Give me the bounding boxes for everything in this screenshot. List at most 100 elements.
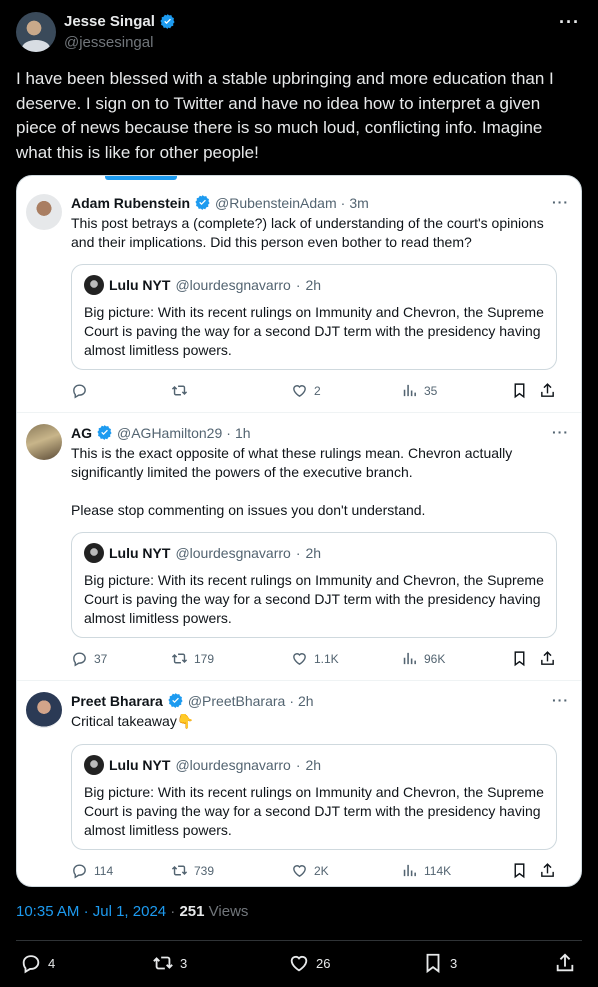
repost-button[interactable]: 179 <box>171 650 214 667</box>
quoted-tweet-text: Big picture: With its recent rulings on … <box>84 572 544 626</box>
reply-action-bar: 37 179 1.1K 96K <box>71 650 561 670</box>
reply-time[interactable]: 2h <box>298 693 314 709</box>
reply-action-bar: 2 35 <box>71 382 561 402</box>
avatar[interactable] <box>26 424 62 460</box>
like-icon <box>293 653 306 665</box>
bookmark-icon[interactable] <box>511 862 528 879</box>
author-name-row[interactable]: Jesse Singal <box>64 13 176 30</box>
repost-count: 179 <box>194 651 215 666</box>
repost-icon <box>171 385 188 396</box>
reply-button[interactable]: 37 <box>71 650 107 667</box>
reply-item[interactable]: AG @AGHamilton29 · 1h ··· This is the ex… <box>17 412 581 680</box>
repost-button[interactable] <box>171 382 194 399</box>
separator-dot: · <box>295 277 301 293</box>
embedded-screenshot[interactable]: Adam Rubenstein @RubensteinAdam · 3m ···… <box>16 175 582 887</box>
tweet-text: I have been blessed with a stable upbrin… <box>16 69 554 162</box>
bookmark-icon[interactable] <box>511 382 528 399</box>
divider <box>16 940 582 941</box>
quoted-time: 2h <box>305 545 322 561</box>
quoted-tweet-text: Big picture: With its recent rulings on … <box>84 784 544 838</box>
like-count: 1.1K <box>314 651 339 666</box>
reply-author-name[interactable]: Preet Bharara <box>71 693 163 709</box>
views-count[interactable]: 251 <box>179 903 204 920</box>
more-icon[interactable]: ··· <box>552 194 569 210</box>
reply-text-paragraph: Please stop commenting on issues you don… <box>71 502 426 518</box>
separator-dot: · <box>83 903 89 920</box>
like-button[interactable]: 2K <box>291 862 329 879</box>
quoted-tweet[interactable]: Lulu NYT @lourdesgnavarro · 2h Big pictu… <box>71 264 557 370</box>
reply-count: 114 <box>94 863 114 878</box>
reply-button[interactable]: 114 <box>71 862 113 879</box>
views-button[interactable]: 35 <box>401 382 437 399</box>
separator-dot: · <box>295 757 301 773</box>
quoted-tweet-header: Lulu NYT @lourdesgnavarro · 2h <box>84 275 321 295</box>
tweet-date[interactable]: Jul 1, 2024 <box>93 903 166 920</box>
reply-button[interactable]: 4 <box>20 952 55 974</box>
quoted-tweet[interactable]: Lulu NYT @lourdesgnavarro · 2h Big pictu… <box>71 744 557 850</box>
share-icon[interactable] <box>539 862 556 879</box>
verified-icon <box>195 195 210 210</box>
quoted-author-handle: @lourdesgnavarro <box>175 545 291 561</box>
quoted-tweet[interactable]: Lulu NYT @lourdesgnavarro · 2h Big pictu… <box>71 532 557 638</box>
share-button[interactable] <box>554 952 576 974</box>
reply-button[interactable] <box>71 382 94 399</box>
reply-header: AG @AGHamilton29 · 1h <box>71 424 251 441</box>
like-count: 2K <box>314 863 329 878</box>
author-handle[interactable]: @jessesingal <box>64 34 153 51</box>
repost-count: 739 <box>194 863 215 878</box>
reply-author-handle[interactable]: @PreetBharara <box>188 693 285 709</box>
verified-icon <box>168 693 183 708</box>
tweet-time[interactable]: 10:35 AM <box>16 903 79 920</box>
repost-icon <box>171 653 188 664</box>
share-icon[interactable] <box>539 382 556 399</box>
views-button[interactable]: 96K <box>401 650 445 667</box>
like-button[interactable]: 2 <box>291 382 321 399</box>
reply-author-name[interactable]: AG <box>71 425 92 441</box>
reply-time[interactable]: 3m <box>349 195 368 211</box>
views-icon <box>403 864 416 877</box>
repost-button[interactable]: 739 <box>171 862 214 879</box>
avatar[interactable] <box>26 692 62 728</box>
more-icon[interactable]: ··· <box>559 12 580 33</box>
author-avatar[interactable] <box>16 12 56 52</box>
more-icon[interactable]: ··· <box>552 424 569 440</box>
reply-author-handle[interactable]: @AGHamilton29 <box>117 425 222 441</box>
separator-dot: · <box>226 424 231 441</box>
like-button[interactable]: 1.1K <box>291 650 339 667</box>
repost-icon <box>153 956 173 970</box>
tweet-meta: 10:35 AM · Jul 1, 2024 · 251 Views <box>16 903 248 920</box>
avatar[interactable] <box>26 194 62 230</box>
reply-item[interactable]: Adam Rubenstein @RubensteinAdam · 3m ···… <box>17 176 581 412</box>
bookmark-icon[interactable] <box>511 650 528 667</box>
repost-button[interactable]: 3 <box>152 952 187 974</box>
quoted-tweet-text: Big picture: With its recent rulings on … <box>84 304 544 358</box>
like-button[interactable]: 26 <box>288 952 330 974</box>
more-icon[interactable]: ··· <box>552 692 569 708</box>
views-count: 35 <box>424 383 438 398</box>
quoted-author-handle: @lourdesgnavarro <box>175 757 291 773</box>
reply-author-handle[interactable]: @RubensteinAdam <box>215 195 337 211</box>
reply-item[interactable]: Preet Bharara @PreetBharara · 2h ··· Cri… <box>17 680 581 886</box>
reply-text: This post betrays a (complete?) lack of … <box>71 215 544 250</box>
views-button[interactable]: 114K <box>401 862 451 879</box>
reply-author-name[interactable]: Adam Rubenstein <box>71 195 190 211</box>
separator-dot: · <box>340 194 346 211</box>
like-count: 2 <box>314 383 321 398</box>
quoted-author-name: Lulu NYT <box>109 545 171 561</box>
reply-time[interactable]: 1h <box>235 425 251 441</box>
reply-icon <box>73 384 86 399</box>
like-icon <box>293 385 306 397</box>
quoted-tweet-header: Lulu NYT @lourdesgnavarro · 2h <box>84 755 321 775</box>
share-icon[interactable] <box>539 650 556 667</box>
views-icon <box>403 384 416 397</box>
bookmark-button[interactable]: 3 <box>422 952 457 974</box>
quoted-time: 2h <box>305 277 322 293</box>
quoted-author-name: Lulu NYT <box>109 277 171 293</box>
tweet-header: Jesse Singal @jessesingal ··· <box>16 12 584 56</box>
quoted-time: 2h <box>305 757 322 773</box>
views-icon <box>403 652 416 665</box>
views-count: 114K <box>424 863 452 878</box>
separator-dot: · <box>295 545 301 561</box>
author-name[interactable]: Jesse Singal <box>64 13 155 30</box>
avatar <box>84 755 104 775</box>
